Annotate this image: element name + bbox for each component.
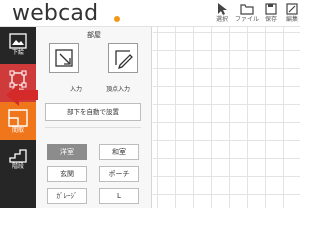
auto-place-button[interactable]: 部下を自動で設置: [45, 103, 141, 121]
vertex-input-button[interactable]: [108, 43, 138, 73]
rectangle-input-icon: [55, 49, 73, 67]
vertex-input-label: 頂点入力: [106, 86, 131, 93]
room-btn-western[interactable]: 洋室: [47, 144, 87, 160]
room-btn-porch[interactable]: ポーチ: [99, 166, 139, 182]
panel-title: 部屋: [87, 31, 101, 39]
sidebar-item-underlay[interactable]: 下絵: [0, 27, 36, 64]
drawing-canvas[interactable]: [153, 27, 300, 208]
vertex-input-icon: [115, 50, 133, 70]
edit-tool-button[interactable]: 編集: [280, 2, 304, 26]
cursor-arrow-icon: [218, 3, 227, 15]
rectangle-input-label: 入力: [70, 86, 83, 93]
app-logo: webcad: [12, 1, 99, 26]
sidebar-label-stairs: 階段: [11, 163, 24, 170]
room-panel: 部屋 入力 頂点入力 部下を自動で設置 洋室 和室 玄関 ポーチ ｶﾞﾚｰｼﾞ …: [36, 27, 152, 208]
panel-divider: [45, 127, 141, 128]
top-toolbar: webcad 選択 ファイル 保存 編集: [0, 0, 300, 27]
logo-dot: [114, 16, 120, 22]
underlay-image-icon: [9, 33, 27, 49]
edit-tool-label: 編集: [285, 16, 298, 23]
sidebar-item-stairs[interactable]: 階段: [0, 140, 36, 177]
stairs-icon: [9, 149, 27, 163]
folder-icon: [240, 4, 254, 15]
edit-icon: [286, 3, 298, 15]
room-btn-garage[interactable]: ｶﾞﾚｰｼﾞ: [47, 188, 87, 204]
sidebar-label-underlay: 下絵: [11, 49, 24, 56]
left-sidebar: 下絵 敷地 間取 階段: [0, 27, 36, 208]
red-pointer-arrow: [6, 84, 38, 106]
sidebar-label-floorplan: 間取: [11, 127, 24, 134]
room-btn-japanese[interactable]: 和室: [99, 144, 139, 160]
save-icon: [265, 3, 277, 15]
room-btn-entrance[interactable]: 玄関: [47, 166, 87, 182]
room-btn-l[interactable]: L: [99, 188, 139, 204]
rectangle-input-button[interactable]: [49, 43, 79, 73]
